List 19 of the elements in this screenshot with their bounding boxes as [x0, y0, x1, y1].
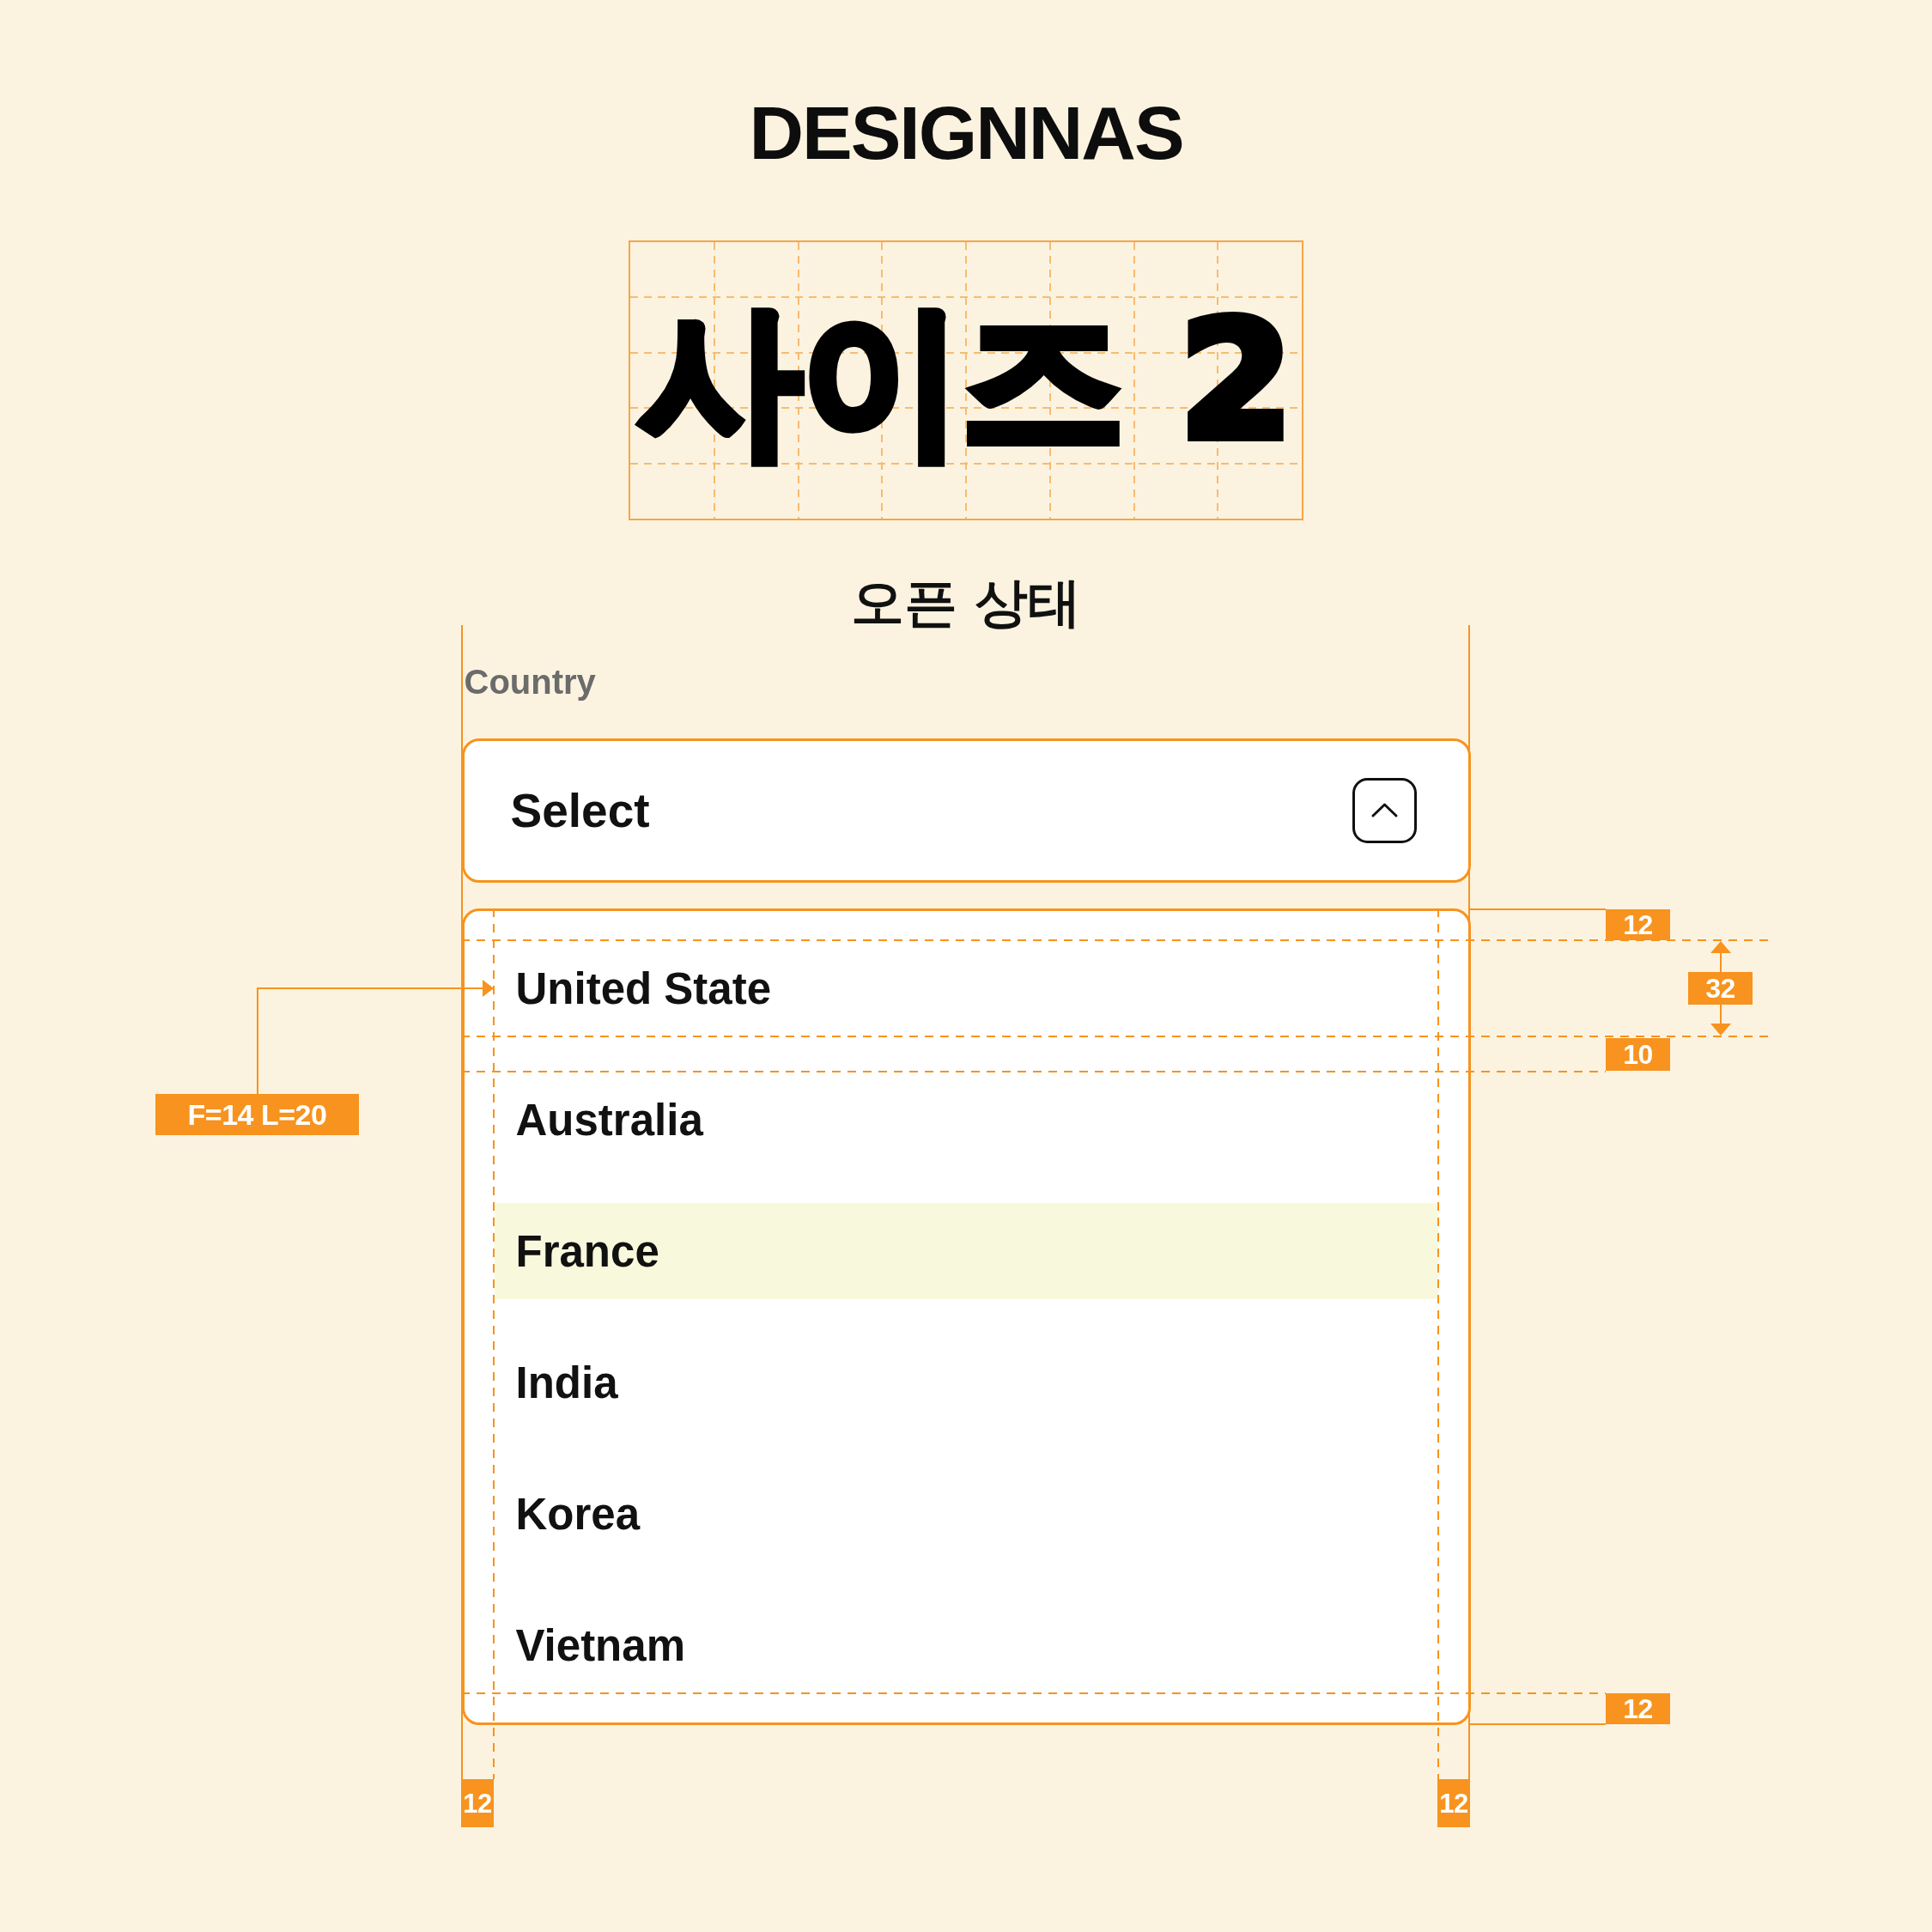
dropdown-option[interactable]: Korea — [494, 1466, 1438, 1562]
dropdown-option[interactable]: Australia — [494, 1072, 1438, 1168]
dimension-badge: 10 — [1606, 1038, 1670, 1071]
chevron-up-icon[interactable] — [1352, 778, 1417, 843]
brand-name: DESIGNNAS — [749, 95, 1183, 171]
type-spec-badge: F=14 L=20 — [155, 1094, 359, 1135]
dropdown-option[interactable]: United State — [494, 940, 1438, 1036]
dropdown-option[interactable]: Vietnam — [494, 1597, 1438, 1693]
page-subtitle: 오픈 상태 — [851, 570, 1081, 635]
dimension-badge: 12 — [1437, 1779, 1470, 1827]
dropdown-option[interactable]: India — [494, 1334, 1438, 1431]
dropdown-option[interactable]: France — [494, 1203, 1438, 1299]
dimension-badge: 32 — [1688, 972, 1753, 1005]
select-field[interactable]: Select — [461, 738, 1471, 883]
dimension-badge: 12 — [1606, 1693, 1670, 1724]
dimension-badge: 12 — [1606, 909, 1670, 940]
page-title: 사이즈 2 — [639, 300, 1293, 461]
field-label: Country — [464, 662, 596, 702]
dimension-badge: 12 — [461, 1779, 494, 1827]
